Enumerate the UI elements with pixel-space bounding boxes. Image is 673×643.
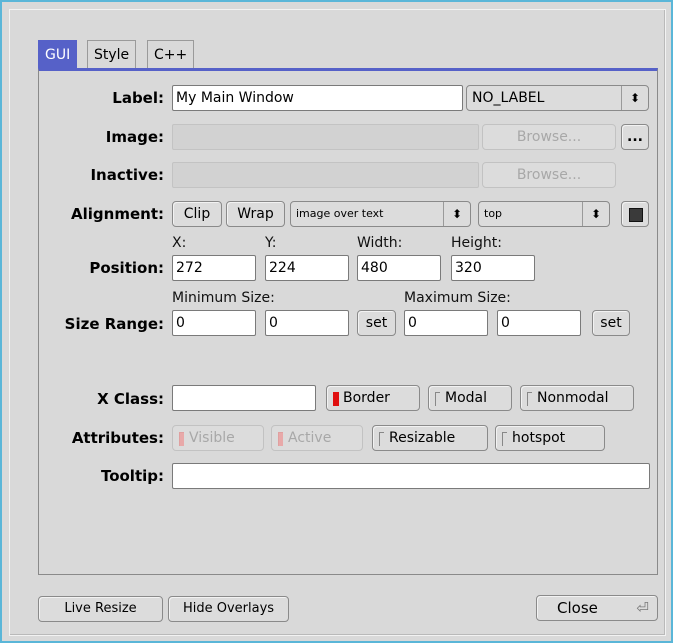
border-toggle-label: Border: [343, 390, 390, 406]
toggle-light-on-icon: [333, 392, 339, 406]
width-label: Width:: [357, 235, 403, 251]
y-input[interactable]: 224: [265, 255, 349, 281]
return-key-icon: ⏎: [636, 599, 649, 617]
tooltip-input[interactable]: [172, 463, 650, 489]
label-input[interactable]: My Main Window: [172, 85, 463, 111]
position-label: Position:: [89, 259, 164, 277]
modal-toggle[interactable]: Modal: [428, 385, 512, 411]
min-width-input[interactable]: 0: [172, 310, 256, 336]
x-class-input[interactable]: [172, 385, 316, 411]
nonmodal-toggle-label: Nonmodal: [537, 390, 609, 406]
max-width-input[interactable]: 0: [404, 310, 488, 336]
max-height-input[interactable]: 0: [497, 310, 581, 336]
vertical-align-dropdown[interactable]: top ⬍: [478, 201, 610, 227]
image-position-value: image over text: [296, 207, 384, 220]
height-input[interactable]: 320: [451, 255, 535, 281]
wrap-button[interactable]: Wrap: [226, 201, 285, 227]
hotspot-toggle[interactable]: hotspot: [495, 425, 605, 451]
updown-arrow-icon: ⬍: [582, 202, 609, 226]
toggle-light-off-icon: [527, 392, 532, 406]
tab-cpp[interactable]: C++: [147, 40, 195, 68]
label-field-label: Label:: [112, 89, 164, 107]
updown-arrow-icon: ⬍: [621, 86, 648, 110]
label-type-value: NO_LABEL: [472, 90, 545, 106]
min-height-input[interactable]: 0: [265, 310, 349, 336]
resizable-toggle[interactable]: Resizable: [372, 425, 488, 451]
toggle-light-off-icon: [379, 432, 384, 446]
hotspot-toggle-label: hotspot: [512, 430, 566, 446]
live-resize-button[interactable]: Live Resize: [38, 596, 163, 622]
max-size-set-button[interactable]: set: [592, 310, 630, 336]
close-button-label: Close: [557, 599, 598, 617]
toggle-light-on-icon: [179, 432, 184, 446]
alignment-label: Alignment:: [71, 205, 164, 223]
size-range-label: Size Range:: [64, 315, 164, 333]
maximum-size-label: Maximum Size:: [404, 290, 511, 306]
width-input[interactable]: 480: [357, 255, 441, 281]
active-toggle-label: Active: [288, 430, 332, 446]
visible-toggle[interactable]: Visible: [172, 425, 264, 451]
image-field-label: Image:: [105, 128, 164, 146]
x-input[interactable]: 272: [172, 255, 256, 281]
x-class-label: X Class:: [97, 390, 164, 408]
tab-style[interactable]: Style: [87, 40, 137, 68]
attributes-label: Attributes:: [71, 429, 164, 447]
toggle-light-off-icon: [435, 392, 440, 406]
y-label: Y:: [265, 235, 277, 251]
tooltip-label: Tooltip:: [100, 467, 164, 485]
min-size-set-button[interactable]: set: [357, 310, 396, 336]
image-input[interactable]: [172, 124, 479, 150]
image-position-dropdown[interactable]: image over text ⬍: [290, 201, 471, 227]
toggle-light-off-icon: [502, 432, 507, 446]
active-toggle[interactable]: Active: [271, 425, 363, 451]
inactive-input[interactable]: [172, 162, 479, 188]
border-toggle[interactable]: Border: [326, 385, 420, 411]
label-type-dropdown[interactable]: NO_LABEL ⬍: [466, 85, 649, 111]
modal-toggle-label: Modal: [445, 390, 487, 406]
vertical-align-value: top: [484, 207, 503, 220]
minimum-size-label: Minimum Size:: [172, 290, 275, 306]
hide-overlays-button[interactable]: Hide Overlays: [168, 596, 289, 622]
alignment-toggle-button[interactable]: [621, 201, 649, 227]
image-more-button[interactable]: ...: [621, 124, 649, 150]
resizable-toggle-label: Resizable: [389, 430, 456, 446]
square-icon: [629, 208, 643, 222]
height-label: Height:: [451, 235, 502, 251]
x-label: X:: [172, 235, 187, 251]
close-button[interactable]: Close ⏎: [536, 595, 658, 621]
inactive-field-label: Inactive:: [90, 166, 164, 184]
tab-gui[interactable]: GUI: [38, 40, 78, 68]
inactive-browse-button[interactable]: Browse...: [482, 162, 616, 188]
image-browse-button[interactable]: Browse...: [482, 124, 616, 150]
nonmodal-toggle[interactable]: Nonmodal: [520, 385, 634, 411]
toggle-light-on-icon: [278, 432, 283, 446]
clip-button[interactable]: Clip: [172, 201, 222, 227]
updown-arrow-icon: ⬍: [443, 202, 470, 226]
visible-toggle-label: Visible: [189, 430, 235, 446]
